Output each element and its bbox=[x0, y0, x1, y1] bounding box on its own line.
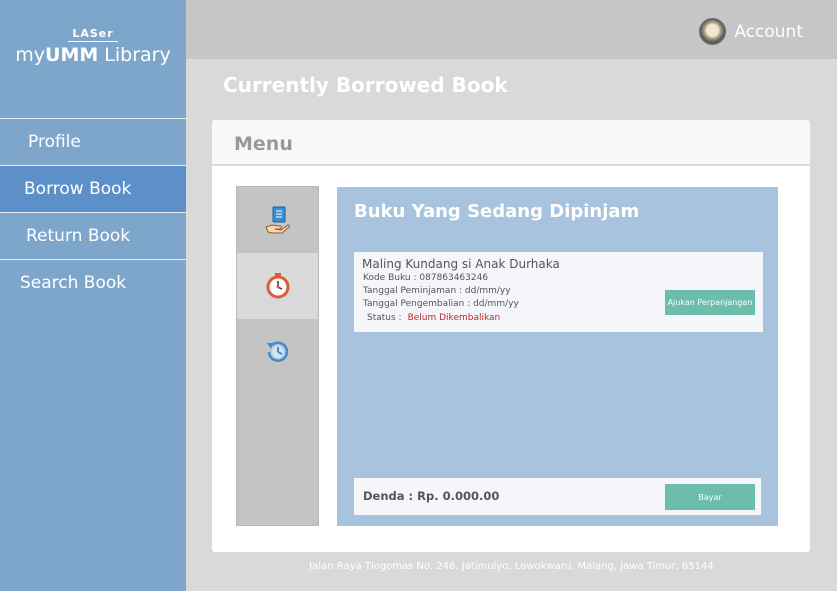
stopwatch-icon bbox=[266, 273, 289, 299]
sidebar-item-borrow-book[interactable]: Borrow Book bbox=[0, 165, 186, 212]
fine-bar: Denda : Rp. 0.000.00 Bayar bbox=[354, 478, 761, 515]
book-return-date: Tanggal Pengembalian : dd/mm/yy bbox=[363, 299, 519, 309]
brand-logo[interactable]: LASer myUMM Library bbox=[0, 27, 186, 67]
sidebar-nav: Profile Borrow Book Return Book Search B… bbox=[0, 118, 186, 306]
history-icon bbox=[266, 341, 288, 362]
book-borrow-date: Tanggal Peminjaman : dd/mm/yy bbox=[363, 286, 511, 296]
pay-button[interactable]: Bayar bbox=[665, 484, 755, 510]
footer-address: Jalan Raya Tlogomas No. 246, Jatimulyo, … bbox=[309, 561, 714, 572]
menu-icon-bar bbox=[236, 186, 319, 526]
top-bar: Account bbox=[186, 0, 837, 59]
avatar[interactable] bbox=[699, 18, 727, 45]
status-label: Status : bbox=[367, 313, 402, 323]
sidebar-item-label: Search Book bbox=[20, 273, 127, 293]
card-header: Menu bbox=[212, 120, 810, 166]
menu-item-history[interactable] bbox=[237, 319, 318, 385]
menu-item-timer[interactable] bbox=[237, 253, 318, 319]
borrowed-panel: Buku Yang Sedang Dipinjam Maling Kundang… bbox=[337, 187, 778, 526]
brand-divider bbox=[68, 41, 118, 42]
card-title: Menu bbox=[234, 133, 293, 155]
book-hand-icon bbox=[264, 206, 290, 234]
sidebar-item-label: Borrow Book bbox=[24, 179, 132, 199]
page-title: Currently Borrowed Book bbox=[223, 73, 508, 97]
extend-loan-button[interactable]: Ajukan Perpanjangan bbox=[665, 290, 755, 315]
brand-suffix: Library bbox=[98, 44, 171, 66]
status-badge: Belum Dikembalikan bbox=[407, 313, 501, 323]
brand-top-text: LASer bbox=[72, 27, 114, 40]
sidebar-item-profile[interactable]: Profile bbox=[0, 118, 186, 165]
menu-item-borrowed[interactable] bbox=[237, 187, 318, 253]
brand-prefix: my bbox=[15, 44, 46, 66]
book-status: Status : Belum Dikembalikan bbox=[367, 313, 500, 323]
book-title: Maling Kundang si Anak Durhaka bbox=[362, 257, 560, 271]
brand-name: myUMM Library bbox=[0, 44, 186, 66]
account-menu[interactable]: Account bbox=[699, 18, 803, 45]
fine-amount: Denda : Rp. 0.000.00 bbox=[363, 489, 500, 503]
sidebar-item-label: Profile bbox=[28, 132, 81, 152]
account-label: Account bbox=[734, 21, 803, 42]
panel-title: Buku Yang Sedang Dipinjam bbox=[354, 201, 640, 222]
book-code: Kode Buku : 087863463246 bbox=[363, 273, 489, 283]
sidebar: LASer myUMM Library Profile Borrow Book … bbox=[0, 0, 186, 591]
sidebar-item-label: Return Book bbox=[26, 226, 131, 246]
menu-card: Menu Buku Yang Sedang Dipinjam Maling Ku… bbox=[212, 120, 810, 552]
borrowed-book-card: Maling Kundang si Anak Durhaka Kode Buku… bbox=[354, 252, 763, 332]
sidebar-item-search-book[interactable]: Search Book bbox=[0, 259, 186, 306]
brand-bold: UMM bbox=[45, 44, 99, 66]
sidebar-item-return-book[interactable]: Return Book bbox=[0, 212, 186, 259]
